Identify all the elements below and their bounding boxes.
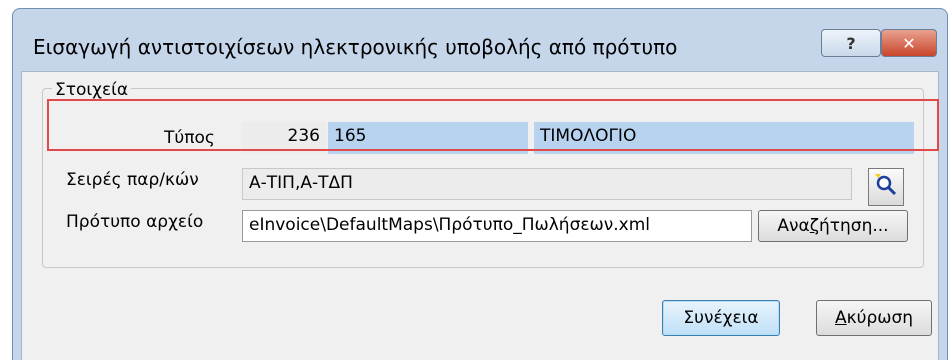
browse-label-hotkey: ζ [809,216,820,236]
close-icon: ✕ [902,33,916,53]
help-button[interactable]: ? [821,29,881,57]
title-bar[interactable]: Εισαγωγή αντιστοιχίσεων ηλεκτρονικής υπο… [13,9,947,69]
template-file-input[interactable]: eInvoice\DefaultMaps\Πρότυπο_Πωλήσεων.xm… [242,210,752,242]
continue-button[interactable]: Συνέχεια [662,300,780,336]
dialog-window: Εισαγωγή αντιστοιχίσεων ηλεκτρονικής υπο… [12,8,948,360]
close-button[interactable]: ✕ [881,29,937,57]
browse-button[interactable]: Ανα ζ ήτηση... [758,210,908,242]
cancel-label-rest: κύρωση [846,308,914,328]
group-label: Στοιχεία [52,80,132,100]
template-file-label: Πρότυπο αρχείο [66,212,204,232]
browse-label-start: Ανα [777,216,810,236]
dialog-title: Εισαγωγή αντιστοιχίσεων ηλεκτρονικής υπο… [33,35,678,59]
series-lookup-button[interactable] [868,168,904,206]
cancel-button[interactable]: Ακύρωση [816,300,932,336]
series-field[interactable]: Α-ΤΙΠ,Α-ΤΔΠ [242,168,852,200]
cancel-label-hotkey: Α [834,308,847,328]
series-highlight-box [47,99,939,151]
search-key-icon [873,172,899,202]
browse-label-end: ήτηση... [819,216,889,236]
series-label: Σειρές παρ/κών [66,170,199,190]
